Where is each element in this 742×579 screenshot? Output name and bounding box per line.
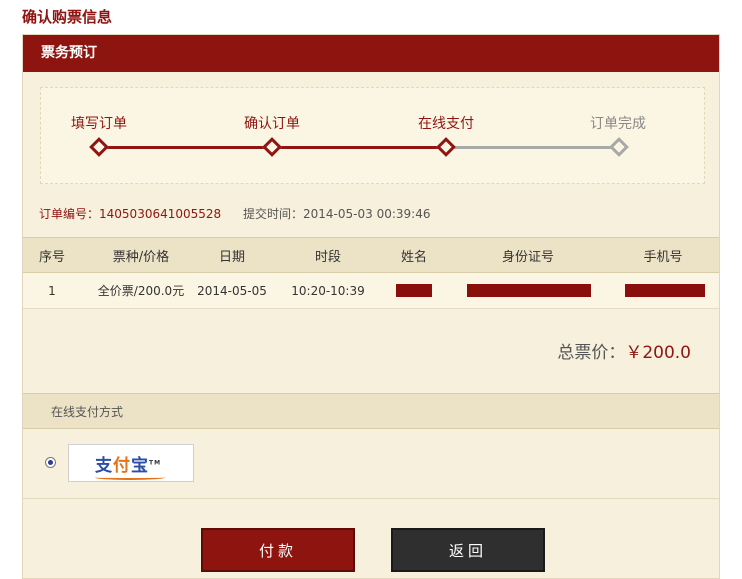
- progress-steps: 填写订单 确认订单 在线支付 订单完成: [40, 87, 705, 184]
- alipay-radio[interactable]: [45, 457, 56, 468]
- header-phone: 手机号: [643, 249, 683, 265]
- divider: [23, 498, 719, 499]
- ticket-table: 序号 票种/价格 日期 时段 姓名 身份证号 手机号 1 全价票/200.0元 …: [23, 237, 719, 309]
- row-id-redacted: [466, 273, 591, 308]
- alipay-logo: 支付宝TM: [95, 451, 165, 480]
- table-row: 1 全价票/200.0元 2014-05-05 10:20-10:39: [23, 273, 719, 309]
- row-slot: 10:20-10:39: [291, 283, 365, 298]
- step-order-complete: 订单完成: [590, 116, 646, 132]
- total-amount: ￥200.0: [625, 343, 691, 363]
- row-phone-redacted: [625, 273, 705, 308]
- back-button[interactable]: 返回: [391, 528, 545, 572]
- payment-section-header: 在线支付方式: [23, 393, 719, 429]
- header-index: 序号: [38, 249, 65, 265]
- panel-title: 票务预订: [23, 35, 719, 72]
- progress-track-todo: [445, 146, 619, 149]
- order-number-label: 订单编号：: [39, 207, 100, 221]
- header-date: 日期: [218, 249, 245, 265]
- page-title: 确认购票信息: [22, 8, 113, 26]
- order-info: 订单编号：1405030641005528 提交时间：2014-05-03 00…: [39, 205, 430, 222]
- step-1-diamond-icon: [89, 137, 109, 157]
- row-ticket: 全价票/200.0元: [97, 284, 185, 298]
- submit-time: 2014-05-03 00:39:46: [303, 207, 431, 221]
- row-date: 2014-05-05: [197, 283, 267, 298]
- row-name-redacted: [395, 273, 433, 308]
- step-confirm-order: 确认订单: [244, 116, 300, 132]
- step-fill-order: 填写订单: [71, 116, 127, 132]
- order-number: 1405030641005528: [99, 207, 222, 221]
- alipay-option[interactable]: 支付宝TM: [68, 444, 194, 482]
- pay-button[interactable]: 付款: [201, 528, 355, 572]
- header-ticket: 票种/价格: [112, 249, 170, 265]
- alipay-swoosh-icon: [95, 475, 165, 480]
- table-header: 序号 票种/价格 日期 时段 姓名 身份证号 手机号: [23, 237, 719, 273]
- total-label: 总票价：: [557, 343, 626, 363]
- step-online-payment: 在线支付: [418, 116, 474, 132]
- step-2-diamond-icon: [262, 137, 282, 157]
- header-name: 姓名: [400, 249, 427, 265]
- row-index: 1: [48, 283, 56, 298]
- total-price: 总票价：￥200.0: [557, 338, 691, 363]
- step-4-diamond-icon: [609, 137, 629, 157]
- step-3-diamond-icon: [436, 137, 456, 157]
- submit-time-label: 提交时间：: [243, 207, 304, 221]
- booking-panel: 票务预订 填写订单 确认订单 在线支付 订单完成 订单编号：1405030641…: [22, 34, 720, 579]
- header-slot: 时段: [314, 249, 341, 265]
- header-id-number: 身份证号: [501, 249, 554, 265]
